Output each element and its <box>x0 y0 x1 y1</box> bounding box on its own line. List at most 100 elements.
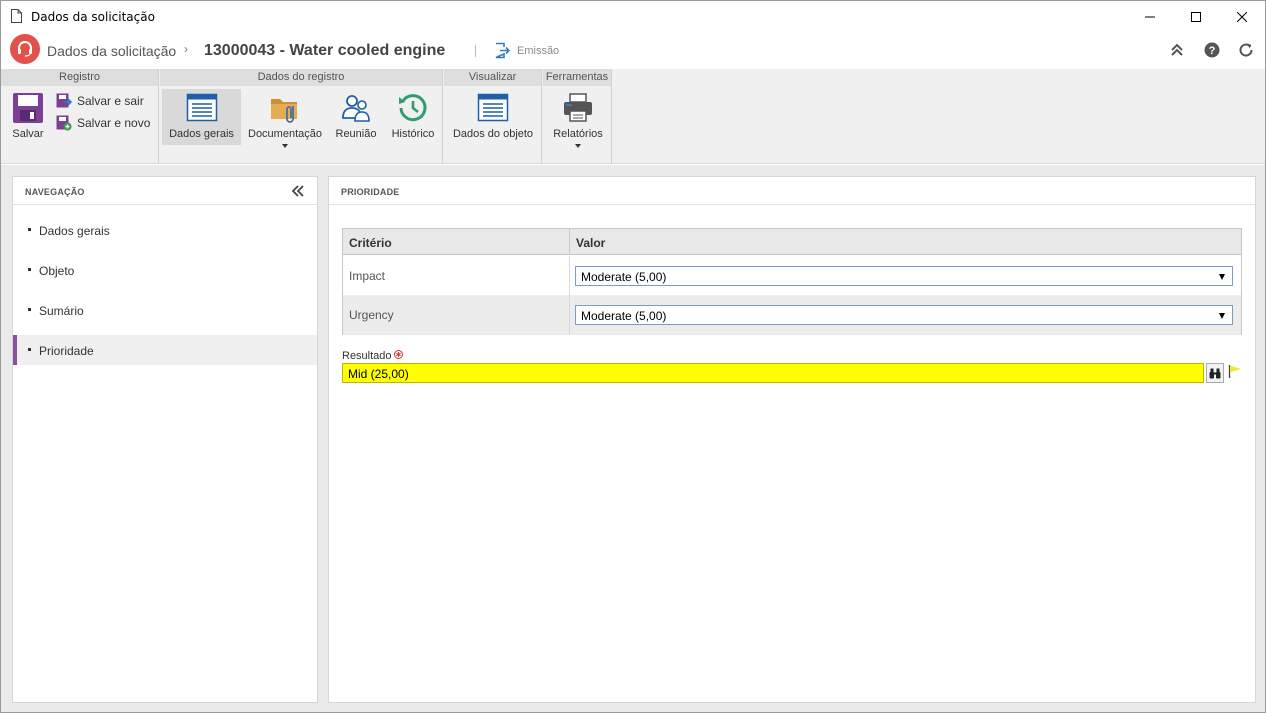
column-divider <box>569 295 570 335</box>
bullet-icon <box>28 348 31 351</box>
flag-icon <box>1228 365 1241 378</box>
bullet-icon <box>28 228 31 231</box>
save-and-new-label: Salvar e novo <box>77 116 151 130</box>
save-label: Salvar <box>12 128 44 140</box>
save-button[interactable]: Salvar <box>5 89 51 145</box>
dropdown-arrow-icon <box>1219 313 1225 319</box>
navigation-panel: NAVEGAÇÃO Dados gerais Objeto Sumário Pr… <box>12 176 318 703</box>
history-label: Histórico <box>391 128 435 140</box>
column-divider <box>569 229 570 255</box>
meeting-people-icon <box>342 95 370 122</box>
headset-icon <box>18 41 32 57</box>
meeting-button[interactable]: Reunião <box>330 89 382 145</box>
nav-item-label: Sumário <box>39 304 84 318</box>
binoculars-icon <box>1209 368 1221 378</box>
window-title: Dados da solicitação <box>31 10 155 24</box>
breadcrumb-root[interactable]: Dados da solicitação <box>47 43 176 59</box>
bullet-icon <box>28 268 31 271</box>
column-header-criterio[interactable]: Critério <box>349 236 392 250</box>
app-logo <box>10 34 40 64</box>
form-window-icon <box>186 93 217 122</box>
maximize-button[interactable] <box>1173 1 1219 32</box>
nav-item-dados-gerais[interactable]: Dados gerais <box>13 215 317 245</box>
minimize-button[interactable] <box>1127 1 1173 32</box>
document-icon <box>11 9 22 23</box>
nav-item-label: Objeto <box>39 264 75 278</box>
save-icon <box>13 93 43 123</box>
table-row: Urgency Moderate (5,00) <box>343 295 1241 335</box>
history-clock-icon <box>399 94 427 122</box>
ribbon-group-ferramentas: Ferramentas Relatórios <box>543 69 612 164</box>
criterion-impact: Impact <box>349 269 386 283</box>
nav-item-prioridade[interactable]: Prioridade <box>13 335 317 365</box>
printer-icon <box>564 93 592 122</box>
navigation-header: NAVEGAÇÃO <box>13 177 317 205</box>
reports-button[interactable]: Relatórios <box>547 89 609 148</box>
ribbon-group-visualizar: Visualizar Dados do objeto <box>444 69 542 164</box>
minimize-icon <box>1145 16 1155 17</box>
result-label: Resultado <box>342 350 392 362</box>
ribbon-group-title: Dados do registro <box>160 69 442 86</box>
criterion-urgency: Urgency <box>349 308 394 322</box>
ribbon-group-title: Visualizar <box>444 69 541 86</box>
ribbon-toolbar: Registro Salvar Salvar e sair Salvar e n… <box>1 69 1265 164</box>
close-button[interactable] <box>1219 1 1265 32</box>
nav-item-sumario[interactable]: Sumário <box>13 295 317 325</box>
urgency-selected-value: Moderate (5,00) <box>581 309 667 323</box>
ribbon-group-title: Ferramentas <box>543 69 611 86</box>
meeting-label: Reunião <box>335 128 377 140</box>
collapse-header-icon[interactable] <box>1169 42 1185 58</box>
navigation-title: NAVEGAÇÃO <box>25 187 85 197</box>
result-field[interactable]: Mid (25,00) <box>342 363 1204 383</box>
result-value: Mid (25,00) <box>348 367 409 381</box>
chevron-down-icon <box>282 144 288 148</box>
close-icon <box>1237 11 1247 22</box>
folder-attachment-icon <box>271 99 297 123</box>
priority-title: PRIORIDADE <box>341 187 400 197</box>
dropdown-arrow-icon <box>1219 274 1225 280</box>
ribbon-group-dados-registro: Dados do registro Dados gerais Documenta… <box>160 69 443 164</box>
record-header: Dados da solicitação › 13000043 - Water … <box>1 32 1265 69</box>
grid-header: Critério Valor <box>343 229 1241 255</box>
required-icon <box>394 350 403 359</box>
criteria-grid: Critério Valor Impact Moderate (5,00) Ur… <box>342 228 1242 335</box>
general-data-button[interactable]: Dados gerais <box>162 89 241 145</box>
app-window: Dados da solicitação Dados da solicitaçã… <box>0 0 1266 713</box>
ribbon-group-registro: Registro Salvar Salvar e sair Salvar e n… <box>1 69 159 164</box>
svg-text:?: ? <box>1209 45 1216 57</box>
chevron-down-icon <box>575 144 581 148</box>
documentation-button[interactable]: Documentação <box>245 89 325 148</box>
record-title: 13000043 - Water cooled engine <box>204 42 446 59</box>
history-button[interactable]: Histórico <box>386 89 440 145</box>
save-new-icon <box>56 115 72 131</box>
lookup-button[interactable] <box>1206 363 1224 383</box>
impact-selected-value: Moderate (5,00) <box>581 270 667 284</box>
urgency-select[interactable]: Moderate (5,00) <box>575 305 1233 325</box>
table-row: Impact Moderate (5,00) <box>343 256 1241 296</box>
reports-label: Relatórios <box>553 128 603 140</box>
object-window-icon <box>477 93 509 122</box>
documentation-label: Documentação <box>248 128 322 140</box>
stage-emission-icon <box>495 42 511 59</box>
help-icon[interactable]: ? <box>1204 42 1220 58</box>
refresh-icon[interactable] <box>1238 42 1254 58</box>
double-chevron-left-icon[interactable] <box>291 185 305 197</box>
object-data-button[interactable]: Dados do objeto <box>448 89 538 145</box>
save-and-exit-label: Salvar e sair <box>77 94 144 108</box>
object-data-label: Dados do objeto <box>452 128 534 140</box>
save-exit-icon <box>56 93 72 108</box>
ribbon-group-title: Registro <box>1 69 158 86</box>
column-header-valor[interactable]: Valor <box>576 236 605 250</box>
maximize-icon <box>1191 11 1201 22</box>
stage-label: Emissão <box>517 45 560 57</box>
priority-header: PRIORIDADE <box>329 177 1255 205</box>
priority-panel: PRIORIDADE Critério Valor Impact Moderat… <box>328 176 1256 703</box>
title-bar: Dados da solicitação <box>1 1 1265 32</box>
column-divider <box>569 256 570 296</box>
breadcrumb-separator-icon: › <box>184 42 188 56</box>
general-data-label: Dados gerais <box>169 128 234 140</box>
impact-select[interactable]: Moderate (5,00) <box>575 266 1233 286</box>
header-divider <box>475 45 476 57</box>
nav-item-objeto[interactable]: Objeto <box>13 255 317 285</box>
nav-item-label: Dados gerais <box>39 224 110 238</box>
